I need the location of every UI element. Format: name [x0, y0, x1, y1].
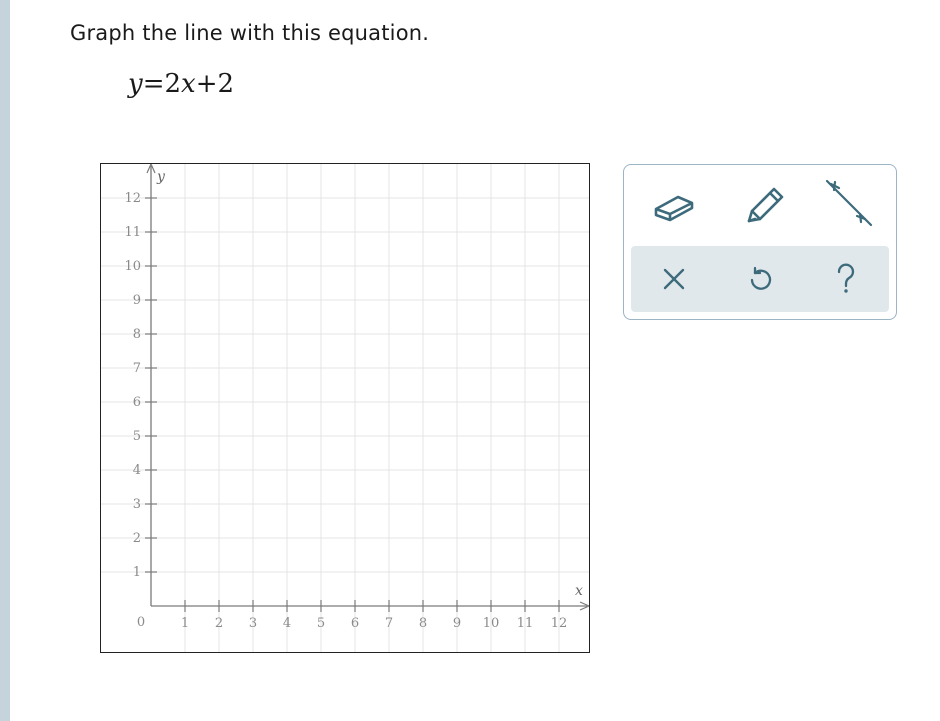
- y-tick-label: 3: [133, 497, 141, 512]
- y-tick-label: 10: [124, 259, 141, 274]
- y-tick-label: 2: [133, 531, 141, 546]
- y-tick-label: 5: [133, 429, 141, 444]
- left-edge-bar: [0, 0, 10, 721]
- question-prompt: Graph the line with this equation.: [70, 21, 430, 45]
- y-tick-label: 1: [133, 565, 141, 580]
- x-tick-label: 5: [317, 616, 325, 631]
- clear-button[interactable]: [644, 249, 704, 309]
- y-tick-label: 12: [124, 191, 141, 206]
- eraser-tool-button[interactable]: [643, 177, 703, 237]
- x-tick-label: 6: [351, 616, 359, 631]
- x-tick-label: 10: [483, 616, 500, 631]
- y-tick-label: 7: [133, 361, 141, 376]
- x-tick-label: 4: [283, 616, 291, 631]
- y-tick-label: 9: [133, 293, 141, 308]
- undo-icon: [750, 266, 772, 290]
- help-icon: [837, 263, 855, 293]
- x-tick-label: 2: [215, 616, 223, 631]
- clear-icon: [663, 268, 685, 290]
- eraser-icon: [654, 195, 694, 222]
- x-tick-label: 11: [517, 616, 534, 631]
- pencil-icon: [747, 187, 784, 223]
- help-button[interactable]: [816, 249, 876, 309]
- x-tick-label: 9: [453, 616, 461, 631]
- equation-constant: 2: [217, 69, 235, 99]
- graph-toolbar: [623, 164, 897, 320]
- action-bar: [631, 246, 889, 312]
- x-axis-label: x: [575, 583, 583, 599]
- equation-variable: x: [181, 69, 196, 99]
- y-tick-label: 8: [133, 327, 141, 342]
- y-tick-label: 4: [133, 463, 141, 478]
- coordinate-plane[interactable]: 1 2 3 4 5 6 7 8 9 10 11 121234567891011120xy: [101, 164, 590, 653]
- equation-coefficient: 2: [164, 69, 182, 99]
- y-tick-label: 11: [124, 225, 141, 240]
- equation-lhs: y: [128, 69, 143, 99]
- equation-plus: +: [195, 69, 218, 99]
- equation-equals: =: [142, 69, 165, 99]
- graphing-area[interactable]: 1 2 3 4 5 6 7 8 9 10 11 12 1 2 3 4 5 6 7 8 9 10 11 12 0 x y: [100, 163, 590, 653]
- x-tick-label: 3: [249, 616, 257, 631]
- x-tick-label: 12: [551, 616, 568, 631]
- x-tick-label: 1: [181, 616, 189, 631]
- y-tick-label: 6: [133, 395, 141, 410]
- origin-label: 0: [137, 615, 145, 630]
- line-tool-button[interactable]: [819, 174, 879, 234]
- undo-button[interactable]: [730, 249, 790, 309]
- line-tool-icon: [825, 179, 873, 227]
- y-axis-label: y: [156, 169, 166, 185]
- x-tick-label: 7: [385, 616, 393, 631]
- pencil-tool-button[interactable]: [733, 177, 793, 237]
- equation: y=2x+2: [128, 69, 234, 99]
- x-tick-label: 8: [419, 616, 427, 631]
